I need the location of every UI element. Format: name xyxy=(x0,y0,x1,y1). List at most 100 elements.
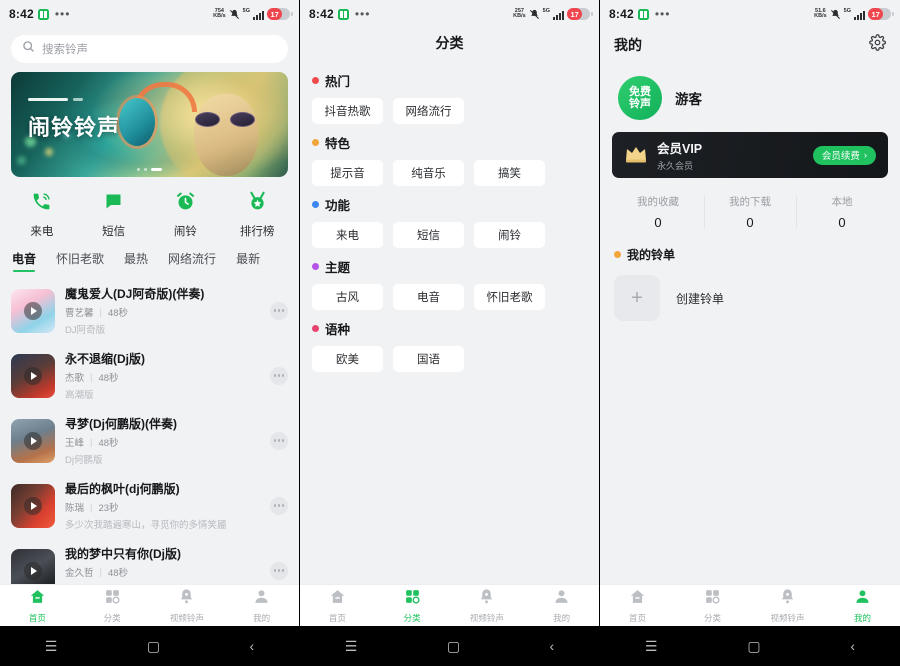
song-row[interactable]: 魔鬼爱人(DJ阿奇版)(伴奏) 曹艺馨 | 48秒 DJ阿奇版 xyxy=(11,278,288,343)
song-more-button[interactable] xyxy=(270,301,288,320)
chip-alarm[interactable]: 闹铃 xyxy=(474,222,545,248)
play-icon[interactable] xyxy=(24,561,42,580)
signal-type-label: 5G xyxy=(242,8,250,15)
quick-action-label: 来电 xyxy=(30,226,54,238)
song-row[interactable]: 最后的枫叶(dj何鹏版) 陈瑞 | 23秒 多少次我踏遍寒山，寻觅你的多情笑靥 xyxy=(11,473,288,538)
back-chevron-icon[interactable]: ‹ xyxy=(250,638,255,654)
play-icon[interactable] xyxy=(24,431,42,450)
song-more-button[interactable] xyxy=(270,431,288,450)
chip-mandarin[interactable]: 国语 xyxy=(393,346,464,372)
quick-action-ranking[interactable]: 排行榜 xyxy=(221,191,293,239)
search-input[interactable]: 搜索铃声 xyxy=(11,35,288,63)
banner-pagination[interactable] xyxy=(11,168,288,171)
quick-action-call[interactable]: 来电 xyxy=(6,191,78,239)
gear-icon[interactable] xyxy=(869,34,886,56)
plus-icon[interactable]: + xyxy=(614,275,660,321)
play-icon[interactable] xyxy=(24,366,42,385)
song-more-button[interactable] xyxy=(270,366,288,385)
song-thumbnail[interactable] xyxy=(11,353,55,398)
song-row[interactable]: 我的梦中只有你(Dj版) 金久哲 | 48秒 Dj版 xyxy=(11,538,288,584)
tab-wangluoliuxing[interactable]: 网络流行 xyxy=(168,250,216,272)
vip-renew-button[interactable]: 会员续费 › xyxy=(812,145,876,165)
nav-item-home[interactable]: 首页 xyxy=(600,588,675,624)
stat-favorites[interactable]: 我的收藏 0 xyxy=(612,194,704,230)
nav-item-category[interactable]: 分类 xyxy=(75,588,150,624)
chip-incoming-call[interactable]: 来电 xyxy=(312,222,383,248)
nav-item-mine[interactable]: 我的 xyxy=(825,588,900,624)
tab-huaijiulaoge[interactable]: 怀旧老歌 xyxy=(56,250,104,272)
section-dot-icon xyxy=(312,139,319,146)
quick-action-label: 排行榜 xyxy=(239,226,275,238)
song-thumbnail[interactable] xyxy=(11,418,55,463)
chip-web-popular[interactable]: 网络流行 xyxy=(393,98,464,124)
bell-icon xyxy=(178,588,195,610)
song-row[interactable]: 永不退缩(Dj版) 杰歌 | 48秒 高潮版 xyxy=(11,343,288,408)
menu-icon[interactable]: ☰ xyxy=(645,638,658,655)
gesture-bar-2: ☰ ▢ ‹ xyxy=(300,626,599,666)
back-chevron-icon[interactable]: ‹ xyxy=(850,638,855,654)
create-ringlist-row[interactable]: + 创建铃单 xyxy=(600,263,900,333)
grid-icon xyxy=(404,588,421,610)
nav-item-home[interactable]: 首页 xyxy=(300,588,375,624)
stat-downloads[interactable]: 我的下载 0 xyxy=(704,194,796,230)
song-artist: 杰歌 xyxy=(65,373,85,384)
status-time: 8:42 xyxy=(309,7,334,21)
chip-notification-tone[interactable]: 提示音 xyxy=(312,160,383,186)
battery-indicator: 17 xyxy=(868,8,894,20)
home-square-icon[interactable]: ▢ xyxy=(147,638,160,655)
promo-banner[interactable]: 闹铃铃声 xyxy=(11,72,288,177)
nav-item-mine[interactable]: 我的 xyxy=(224,588,299,624)
status-more-icon: ••• xyxy=(354,7,371,21)
play-icon[interactable] xyxy=(24,496,42,515)
status-time: 8:42 xyxy=(9,7,34,21)
stat-local[interactable]: 本地 0 xyxy=(796,194,888,230)
nav-item-video-ringtone[interactable]: 视频铃声 xyxy=(450,588,525,624)
tab-zuire[interactable]: 最热 xyxy=(124,250,148,272)
song-more-button[interactable] xyxy=(270,561,288,580)
chip-sms[interactable]: 短信 xyxy=(393,222,464,248)
home-square-icon[interactable]: ▢ xyxy=(447,638,460,655)
quick-action-alarm[interactable]: 闹铃 xyxy=(150,191,222,239)
home-square-icon[interactable]: ▢ xyxy=(747,638,760,655)
chip-pure-music[interactable]: 纯音乐 xyxy=(393,160,464,186)
song-row[interactable]: 寻梦(Dj何鹏版)(伴奏) 王峰 | 48秒 Dj何鹏版 xyxy=(11,408,288,473)
song-thumbnail[interactable] xyxy=(11,483,55,528)
song-thumbnail[interactable] xyxy=(11,288,55,333)
chip-funny[interactable]: 搞笑 xyxy=(474,160,545,186)
nav-item-mine[interactable]: 我的 xyxy=(524,588,599,624)
quick-action-sms[interactable]: 短信 xyxy=(78,191,150,239)
calendar-app-icon xyxy=(337,8,349,20)
song-thumbnail[interactable] xyxy=(11,548,55,584)
nav-item-video-ringtone[interactable]: 视频铃声 xyxy=(750,588,825,624)
chip-guofeng[interactable]: 古风 xyxy=(312,284,383,310)
avatar[interactable]: 免费 铃声 xyxy=(618,76,662,120)
nav-item-home[interactable]: 首页 xyxy=(0,588,75,624)
song-more-button[interactable] xyxy=(270,496,288,515)
quick-actions-row: 来电 短信 闹铃 排行榜 xyxy=(0,177,299,245)
chip-nostalgic[interactable]: 怀旧老歌 xyxy=(474,284,545,310)
nav-label: 分类 xyxy=(103,612,121,623)
song-artist: 金久哲 xyxy=(65,568,94,579)
chip-dianyin[interactable]: 电音 xyxy=(393,284,464,310)
nav-item-category[interactable]: 分类 xyxy=(375,588,450,624)
profile-row[interactable]: 免费 铃声 游客 xyxy=(600,62,900,132)
stat-value: 0 xyxy=(838,215,846,230)
play-icon[interactable] xyxy=(24,301,42,320)
chip-douyin-hot[interactable]: 抖音热歌 xyxy=(312,98,383,124)
back-chevron-icon[interactable]: ‹ xyxy=(550,638,555,654)
tab-dianyin[interactable]: 电音 xyxy=(12,250,36,272)
vip-card[interactable]: 会员VIP 永久会员 会员续费 › xyxy=(612,132,888,178)
phone-screen-home: 8:42 ••• 754 KB/s 5G 17 搜索铃声 闹铃铃声 来电 短信 … xyxy=(0,0,300,666)
menu-icon[interactable]: ☰ xyxy=(45,638,58,655)
alarm-clock-icon xyxy=(175,191,196,217)
menu-icon[interactable]: ☰ xyxy=(345,638,358,655)
status-bar-1: 8:42 ••• 754 KB/s 5G 17 xyxy=(0,0,299,28)
tab-zuixin[interactable]: 最新 xyxy=(236,250,260,272)
section-label: 热门 xyxy=(325,75,351,89)
nav-item-category[interactable]: 分类 xyxy=(675,588,750,624)
chip-western[interactable]: 欧美 xyxy=(312,346,383,372)
signal-bars-icon xyxy=(253,9,264,20)
nav-label: 分类 xyxy=(703,612,721,623)
nav-item-video-ringtone[interactable]: 视频铃声 xyxy=(150,588,225,624)
song-list: 魔鬼爱人(DJ阿奇版)(伴奏) 曹艺馨 | 48秒 DJ阿奇版 永不退缩(Dj版… xyxy=(0,272,299,584)
